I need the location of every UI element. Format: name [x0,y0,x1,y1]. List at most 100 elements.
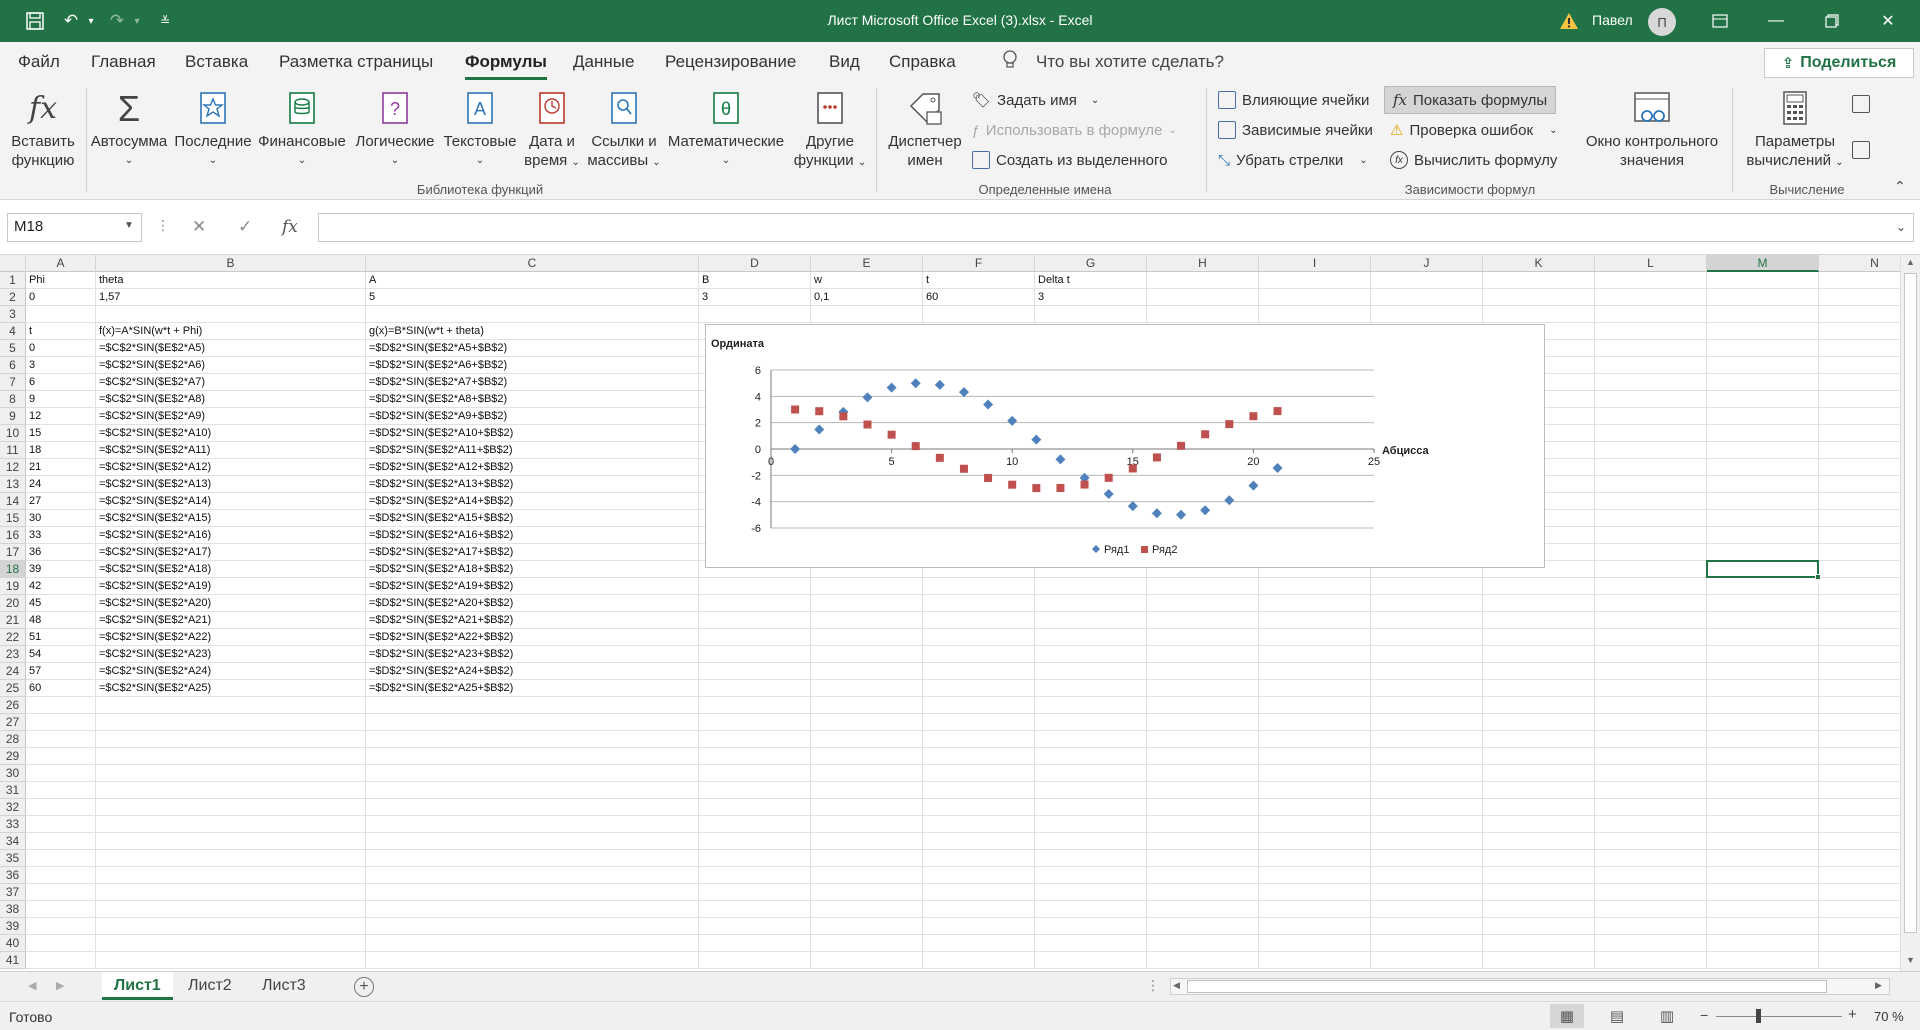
row-header[interactable]: 29 [0,748,26,765]
cell-B11[interactable]: =$C$2*SIN($E$2*A11) [96,442,366,459]
sheet-tab-2[interactable]: Лист2 [176,972,244,1000]
tab-formulas[interactable]: Формулы [465,52,547,80]
row-header[interactable]: 1 [0,272,26,289]
tell-me-search[interactable]: Что вы хотите сделать? [1036,52,1224,72]
cell-B4[interactable]: f(x)=A*SIN(w*t + Phi) [96,323,366,340]
cell-C21[interactable]: =$D$2*SIN($E$2*A21+$B$2) [366,612,699,629]
cell-D2[interactable]: 3 [699,289,811,306]
row-header[interactable]: 9 [0,408,26,425]
cell-F1[interactable]: t [923,272,1035,289]
column-header[interactable]: J [1371,255,1483,272]
cell-C9[interactable]: =$D$2*SIN($E$2*A9+$B$2) [366,408,699,425]
more-functions-button[interactable]: Другие функции ⌄ [788,86,872,172]
datetime-functions-button[interactable]: Дата и время ⌄ [522,86,582,172]
row-header[interactable]: 5 [0,340,26,357]
minimize-icon[interactable]: — [1748,0,1804,42]
column-header[interactable]: M [1707,255,1819,272]
avatar[interactable]: П [1648,8,1676,36]
row-header[interactable]: 21 [0,612,26,629]
vertical-scrollbar[interactable]: ▲ ▼ [1900,255,1920,971]
trace-precedents-button[interactable]: Влияющие ячейки [1218,88,1369,112]
share-button[interactable]: ⇪ Поделиться [1764,48,1914,78]
row-header[interactable]: 27 [0,714,26,731]
column-header[interactable]: D [699,255,811,272]
cell-A21[interactable]: 48 [26,612,96,629]
cell-A17[interactable]: 36 [26,544,96,561]
add-sheet-icon[interactable]: + [354,977,374,997]
cell-C25[interactable]: =$D$2*SIN($E$2*A25+$B$2) [366,680,699,697]
user-name[interactable]: Павел [1592,12,1633,28]
trace-dependents-button[interactable]: Зависимые ячейки [1218,118,1373,142]
cell-C16[interactable]: =$D$2*SIN($E$2*A16+$B$2) [366,527,699,544]
enter-icon[interactable]: ✓ [238,217,252,237]
zoom-out-icon[interactable]: − [1700,1007,1708,1023]
cell-A4[interactable]: t [26,323,96,340]
column-header[interactable]: H [1147,255,1259,272]
row-header[interactable]: 12 [0,459,26,476]
sheet-tab-3[interactable]: Лист3 [250,972,318,1000]
scatter-chart[interactable]: Ордината -6 -4 -2 0 2 4 6 0 5 10 15 20 25 Абцисса Ряд1 Р… [705,324,1545,568]
cell-A20[interactable]: 45 [26,595,96,612]
cell-B13[interactable]: =$C$2*SIN($E$2*A13) [96,476,366,493]
financial-functions-button[interactable]: Финансовые ⌄ [256,86,348,170]
math-functions-button[interactable]: θ Математические ⌄ [666,86,786,170]
more-options-icon[interactable]: ⋮ [156,217,170,234]
prev-sheet-icon[interactable]: ◀ [28,979,36,992]
cell-B24[interactable]: =$C$2*SIN($E$2*A24) [96,663,366,680]
text-functions-button[interactable]: A Текстовые ⌄ [440,86,520,170]
row-header[interactable]: 35 [0,850,26,867]
row-header[interactable]: 17 [0,544,26,561]
cell-C15[interactable]: =$D$2*SIN($E$2*A15+$B$2) [366,510,699,527]
column-header[interactable]: C [366,255,699,272]
cell-B20[interactable]: =$C$2*SIN($E$2*A20) [96,595,366,612]
redo-icon[interactable]: ↷ [104,8,130,34]
column-header[interactable]: L [1595,255,1707,272]
formula-input[interactable] [318,213,1914,242]
cell-B25[interactable]: =$C$2*SIN($E$2*A25) [96,680,366,697]
cell-C13[interactable]: =$D$2*SIN($E$2*A13+$B$2) [366,476,699,493]
calculate-now-button[interactable] [1852,92,1870,116]
remove-arrows-button[interactable]: ⤡ Убрать стрелки ⌄ [1218,148,1368,172]
cell-A1[interactable]: Phi [26,272,96,289]
cell-A22[interactable]: 51 [26,629,96,646]
name-box[interactable]: M18 [7,213,142,242]
cell-B7[interactable]: =$C$2*SIN($E$2*A7) [96,374,366,391]
row-header[interactable]: 18 [0,561,26,578]
cell-B8[interactable]: =$C$2*SIN($E$2*A8) [96,391,366,408]
sheet-tab-1[interactable]: Лист1 [102,972,173,1000]
recent-functions-button[interactable]: Последние ⌄ [172,86,254,170]
watch-window-button[interactable]: Окно контрольного значения [1580,86,1724,170]
lookup-functions-button[interactable]: Ссылки и массивы ⌄ [584,86,664,172]
cell-A12[interactable]: 21 [26,459,96,476]
cell-C24[interactable]: =$D$2*SIN($E$2*A24+$B$2) [366,663,699,680]
collapse-ribbon-icon[interactable]: ⌃ [1894,178,1906,195]
tab-page-layout[interactable]: Разметка страницы [279,52,433,72]
undo-dropdown-icon[interactable]: ▾ [84,8,98,34]
cell-F2[interactable]: 60 [923,289,1035,306]
tab-help[interactable]: Справка [889,52,956,72]
close-icon[interactable]: ✕ [1860,0,1916,42]
row-header[interactable]: 2 [0,289,26,306]
row-header[interactable]: 25 [0,680,26,697]
logical-functions-button[interactable]: ? Логические ⌄ [352,86,438,170]
row-header[interactable]: 23 [0,646,26,663]
cell-B23[interactable]: =$C$2*SIN($E$2*A23) [96,646,366,663]
cell-A9[interactable]: 12 [26,408,96,425]
row-header[interactable]: 39 [0,918,26,935]
redo-dropdown-icon[interactable]: ▾ [130,8,144,34]
fill-handle[interactable] [1815,574,1821,580]
row-header[interactable]: 14 [0,493,26,510]
cell-A11[interactable]: 18 [26,442,96,459]
chevron-down-icon[interactable]: ▼ [124,220,134,231]
cell-D1[interactable]: B [699,272,811,289]
column-header[interactable]: B [96,255,366,272]
cell-C1[interactable]: A [366,272,699,289]
select-all-corner[interactable] [0,255,26,272]
page-break-view-icon[interactable]: ▥ [1650,1004,1684,1028]
autosum-button[interactable]: Σ Автосумма ⌄ [88,86,170,170]
evaluate-formula-button[interactable]: fx Вычислить формулу [1390,148,1557,172]
row-header[interactable]: 6 [0,357,26,374]
cell-A19[interactable]: 42 [26,578,96,595]
row-header[interactable]: 15 [0,510,26,527]
cell-A15[interactable]: 30 [26,510,96,527]
